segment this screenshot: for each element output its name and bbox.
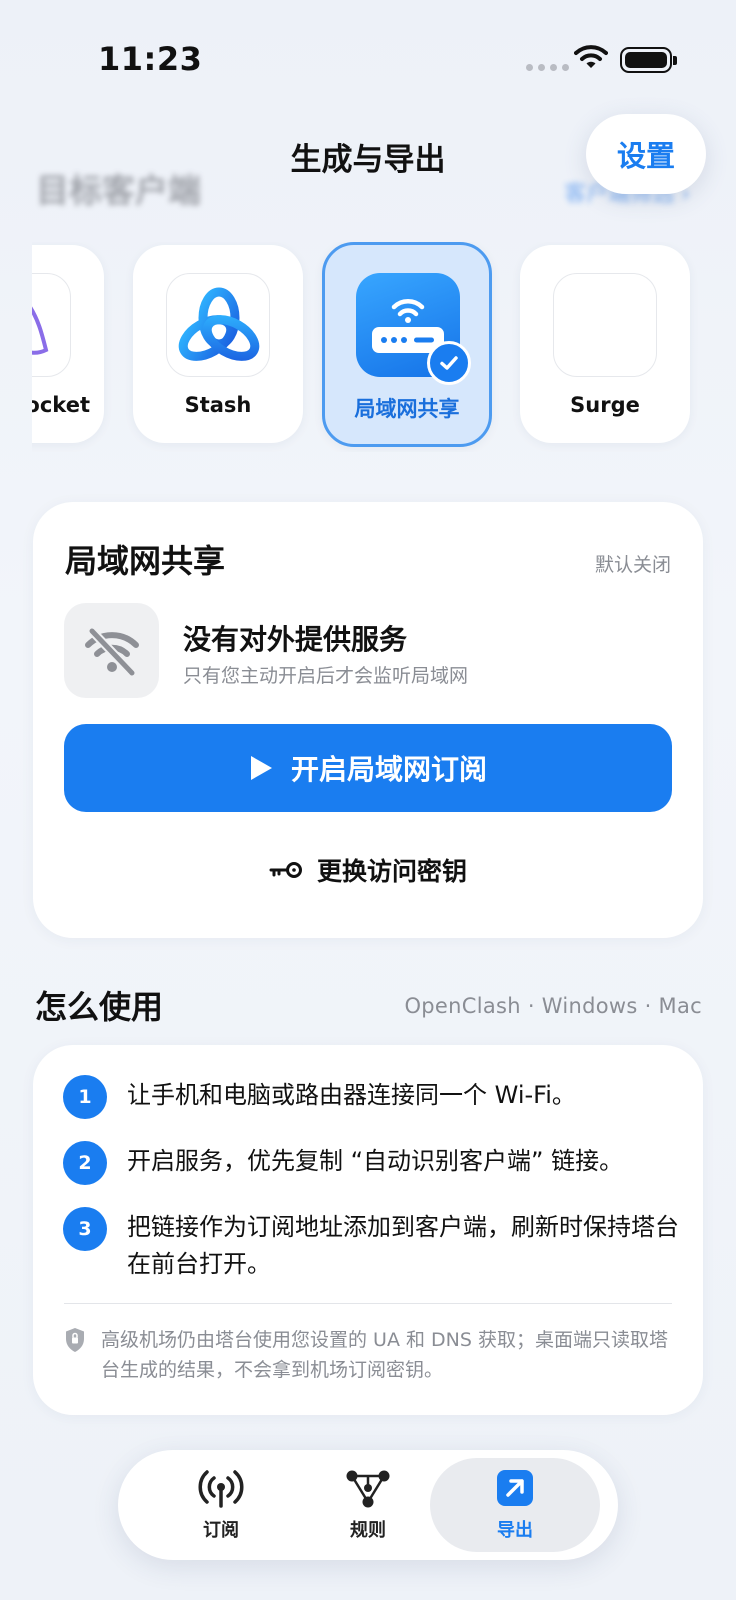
client-name: Stash: [184, 393, 252, 417]
play-icon: [250, 756, 272, 780]
tab-subscription[interactable]: 订阅: [136, 1458, 306, 1552]
selected-check-icon: [427, 341, 471, 385]
client-card-surge[interactable]: Surge: [520, 245, 690, 443]
status-bar: 11:23: [0, 0, 736, 110]
rules-graph-icon: [346, 1470, 390, 1508]
wifi-status-icon: [574, 45, 608, 68]
step-number: 3: [63, 1207, 107, 1251]
key-icon: [269, 862, 302, 878]
lan-card-title: 局域网共享: [65, 542, 226, 580]
surge-icon: [553, 273, 657, 377]
client-selector[interactable]: rocket Stash: [32, 242, 702, 452]
client-card-shadowrocket[interactable]: rocket: [32, 245, 104, 443]
change-key-label: 更换访问密钥: [316, 857, 467, 886]
step-text: 把链接作为订阅地址添加到客户端，刷新时保持塔台在前台打开。: [127, 1213, 679, 1278]
cellular-signal-icon: [526, 64, 569, 71]
lan-share-card: 局域网共享 默认关闭 没有对外提供服务 只有您主动开启后才会监听局域网 开启局域…: [33, 502, 703, 938]
export-arrow-icon: [497, 1470, 533, 1506]
start-button-label: 开启局域网订阅: [290, 753, 487, 786]
settings-button[interactable]: 设置: [586, 114, 706, 194]
tab-label: 导出: [497, 1520, 533, 1541]
client-card-lan-share[interactable]: 局域网共享: [322, 242, 492, 447]
client-name: Surge: [570, 393, 640, 417]
lan-status-subtitle: 只有您主动开启后才会监听局域网: [183, 665, 469, 687]
battery-icon: [620, 47, 677, 73]
bottom-tab-bar: 订阅 规则 导出: [118, 1450, 618, 1560]
start-lan-subscription-button[interactable]: 开启局域网订阅: [64, 724, 672, 812]
tab-export[interactable]: 导出: [430, 1458, 600, 1552]
divider: [64, 1303, 672, 1304]
client-card-stash[interactable]: Stash: [133, 245, 303, 443]
status-time: 11:23: [98, 40, 203, 78]
stash-icon: [166, 273, 270, 377]
usage-steps-card: 1 让手机和电脑或路由器连接同一个 Wi-Fi。 2 开启服务，优先复制 “自动…: [33, 1045, 703, 1415]
tab-label: 订阅: [203, 1520, 239, 1541]
step-number: 1: [63, 1075, 107, 1119]
security-note: 高级机场仍由塔台使用您设置的 UA 和 DNS 获取；桌面端只读取塔台生成的结果…: [101, 1329, 668, 1381]
step-number: 2: [63, 1141, 107, 1185]
usage-platforms: OpenClash · Windows · Mac: [404, 994, 702, 1018]
tab-label: 规则: [350, 1520, 386, 1541]
step-text: 开启服务，优先复制 “自动识别客户端” 链接。: [127, 1147, 624, 1175]
antenna-icon: [198, 1470, 244, 1508]
client-name: rocket: [32, 393, 90, 417]
lan-status-title: 没有对外提供服务: [183, 623, 408, 656]
change-access-key-button[interactable]: 更换访问密钥: [33, 852, 703, 888]
client-name: 局域网共享: [354, 397, 460, 421]
usage-section-title: 怎么使用: [35, 988, 164, 1026]
tab-rules[interactable]: 规则: [283, 1458, 453, 1552]
shadowrocket-icon: [32, 273, 71, 377]
lan-default-state: 默认关闭: [594, 554, 671, 576]
step-text: 让手机和电脑或路由器连接同一个 Wi-Fi。: [127, 1081, 576, 1109]
wifi-off-icon: [64, 603, 159, 698]
shield-icon: [66, 1328, 84, 1352]
